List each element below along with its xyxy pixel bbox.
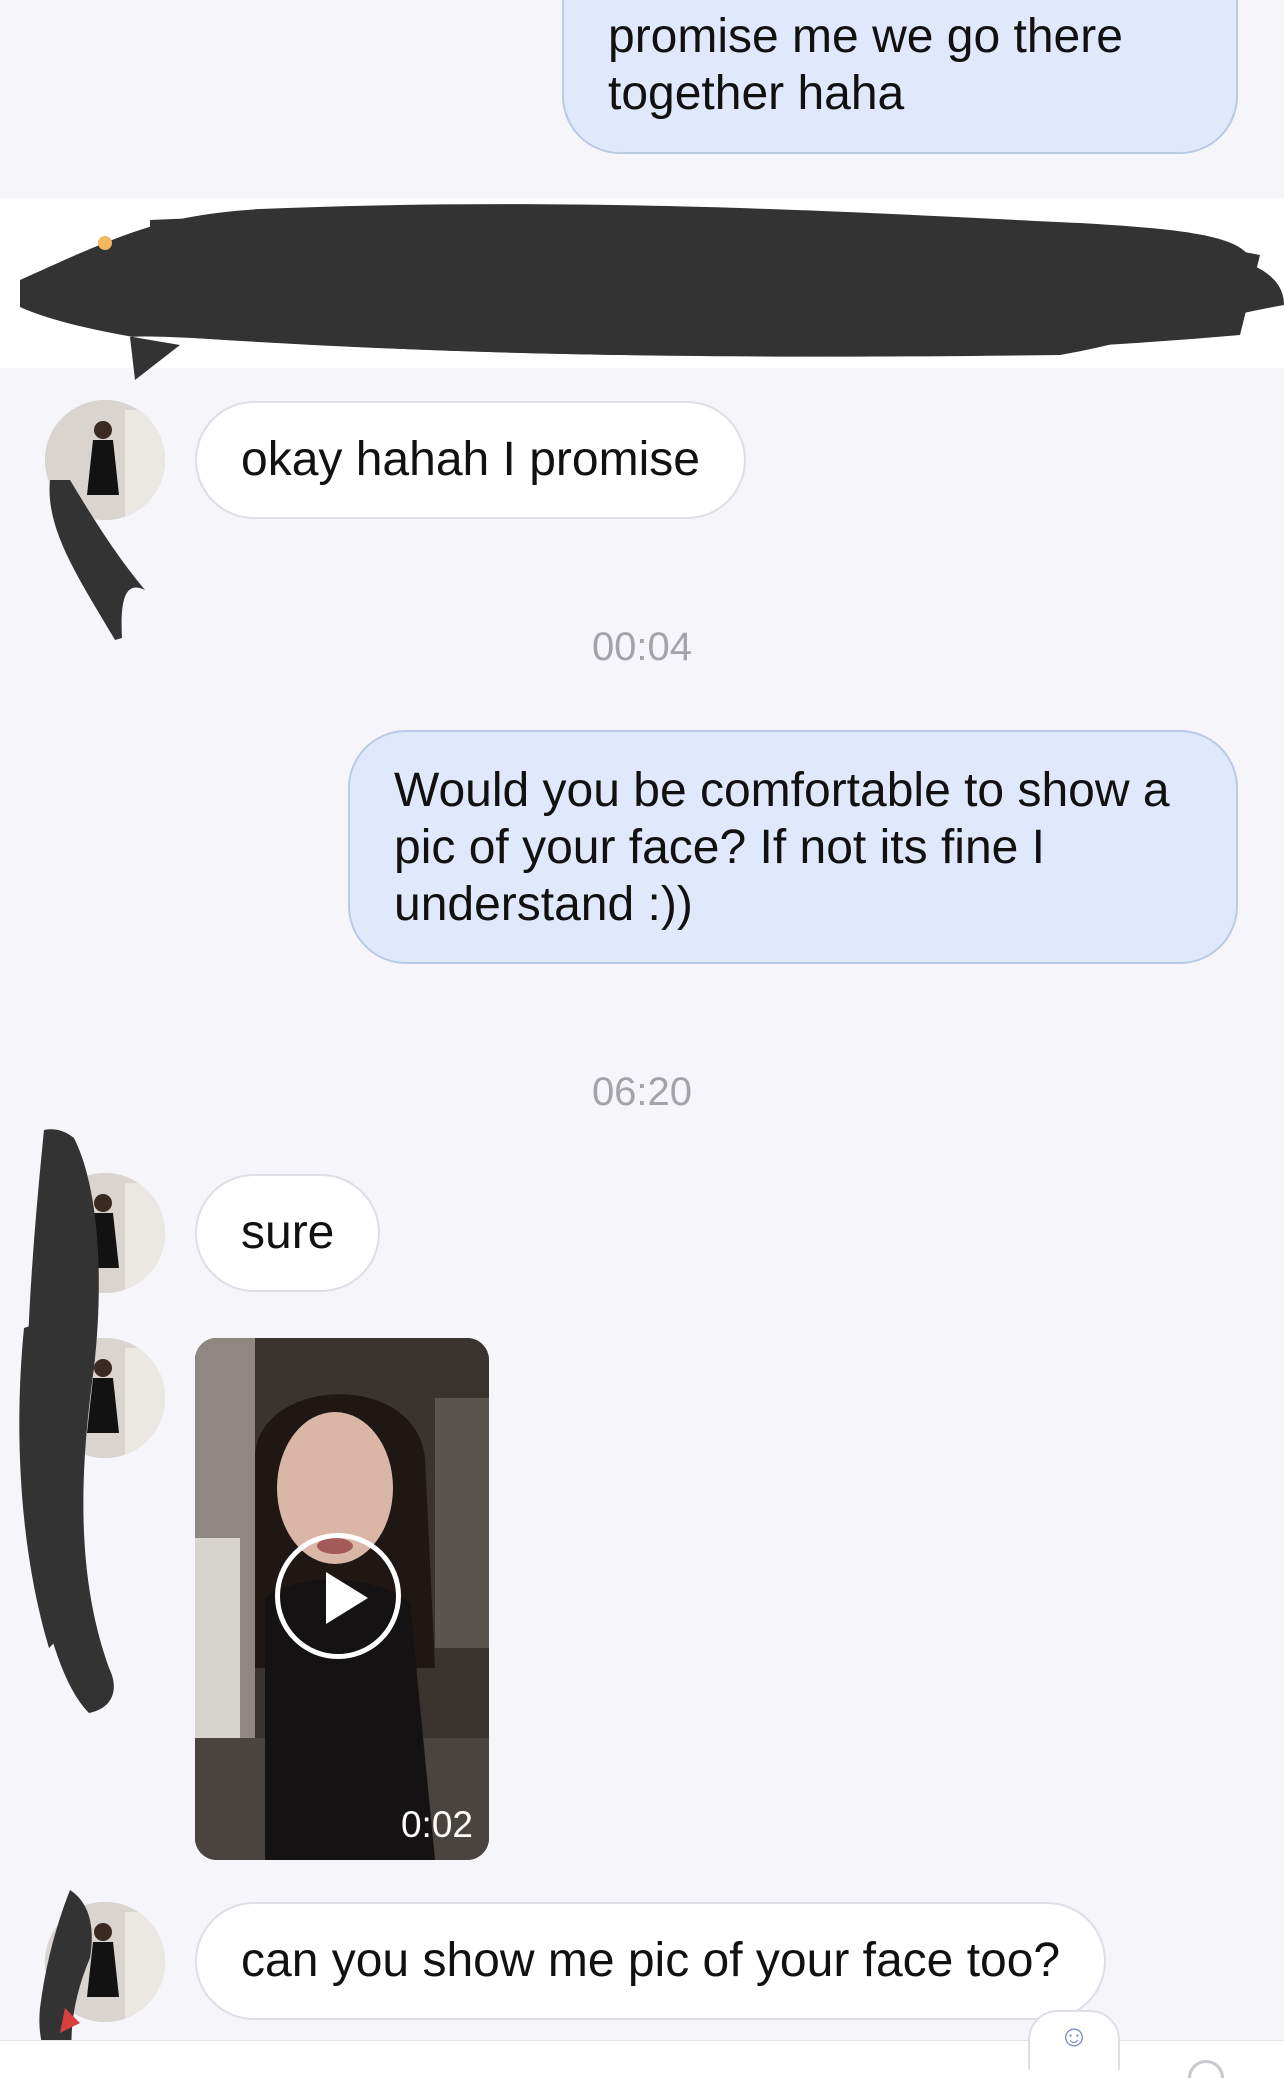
message-text: okay hahah I promise (241, 433, 700, 486)
incoming-message-bubble[interactable]: sure (195, 1174, 381, 1292)
avatar[interactable] (45, 400, 165, 520)
video-duration: 0:02 (400, 1804, 473, 1845)
chat-screen: promise me we go there together haha oka… (0, 0, 1284, 2078)
message-text: can you show me pic of your face too? (241, 1934, 1061, 1987)
message-text: promise me we go there together haha (608, 10, 1123, 120)
play-icon[interactable] (275, 1533, 401, 1659)
video-message[interactable]: 0:02 (195, 1338, 489, 1860)
add-reaction-icon[interactable]: ☺ (1028, 2010, 1120, 2070)
redacted-banner (0, 198, 1284, 368)
message-text: sure (241, 1206, 335, 1259)
avatar[interactable] (45, 1902, 165, 2022)
incoming-message-bubble[interactable]: okay hahah I promise (195, 401, 746, 519)
outgoing-message-bubble[interactable]: Would you be comfortable to show a pic o… (348, 730, 1238, 964)
message-text: Would you be comfortable to show a pic o… (394, 764, 1170, 931)
timestamp: 06:20 (591, 1070, 693, 1114)
outgoing-message-bubble[interactable]: promise me we go there together haha (562, 0, 1238, 154)
avatar[interactable] (45, 1338, 165, 1458)
avatar[interactable] (45, 1173, 165, 1293)
incoming-message-bubble[interactable]: can you show me pic of your face too? (195, 1902, 1107, 2020)
timestamp: 00:04 (591, 625, 693, 669)
